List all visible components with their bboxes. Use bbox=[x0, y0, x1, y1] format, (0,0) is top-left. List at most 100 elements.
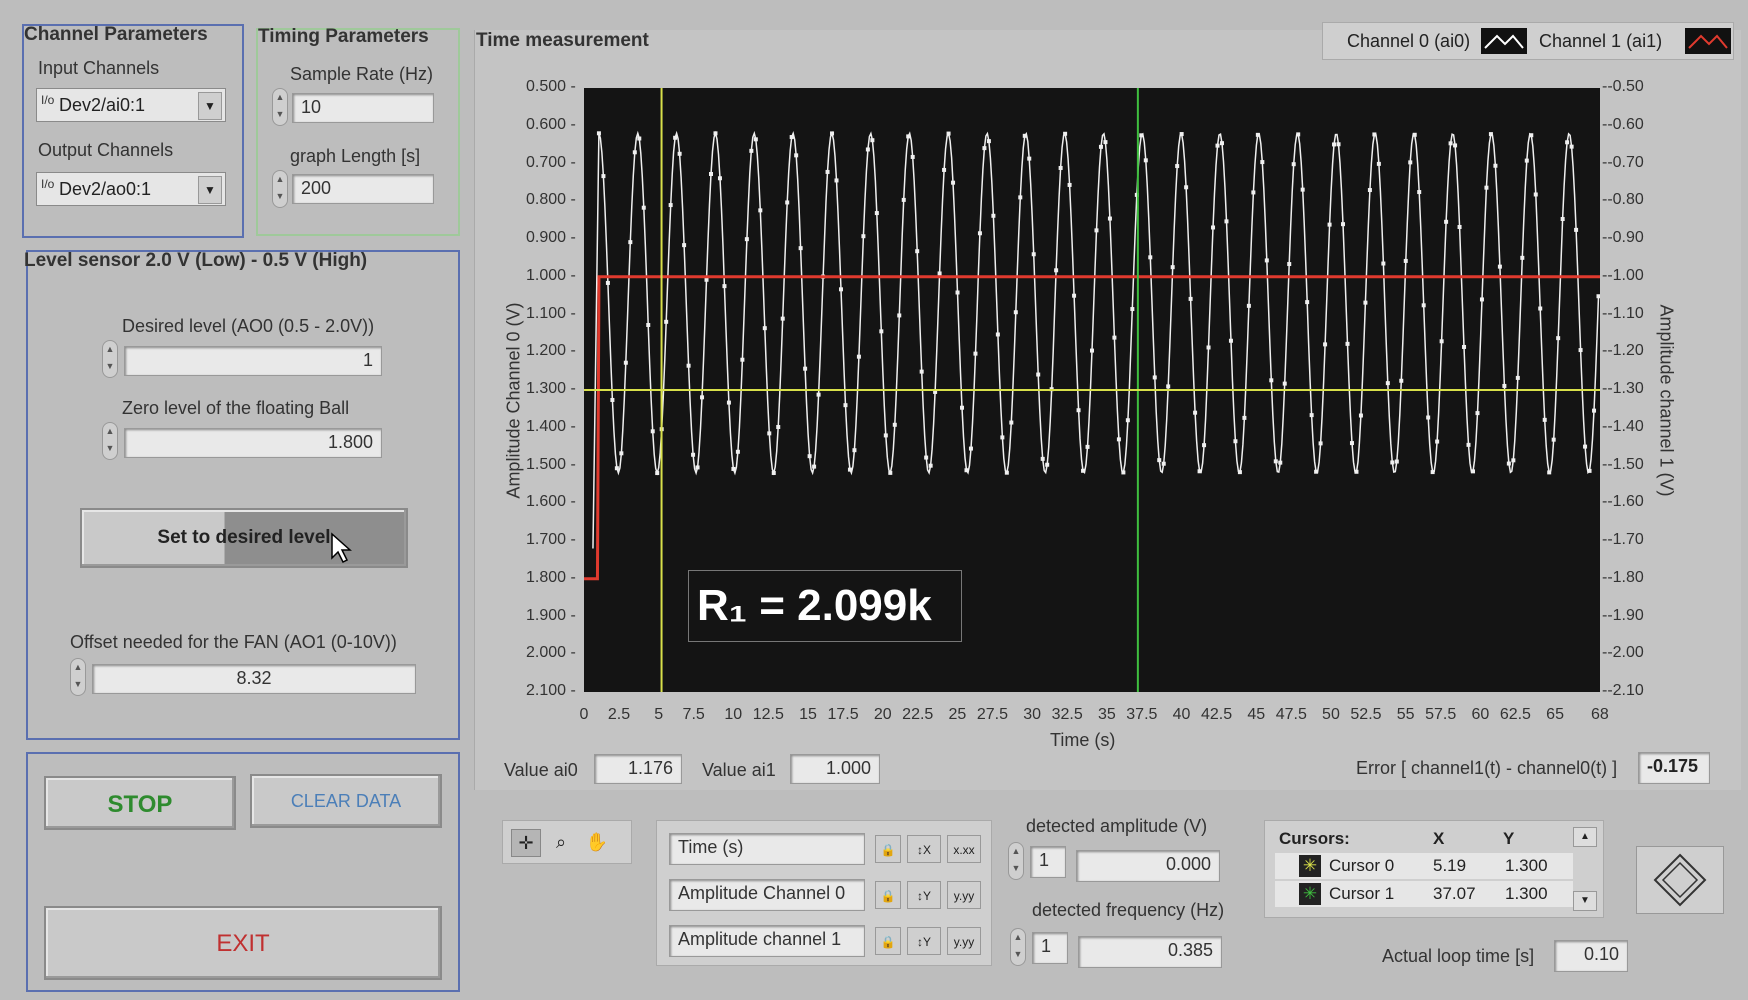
x-tick: 30 bbox=[1023, 706, 1042, 723]
scale-legend-row-channel0[interactable]: Amplitude Channel 0 bbox=[669, 879, 865, 911]
series-channel-0-point bbox=[1574, 227, 1579, 232]
graph-length-input[interactable]: 200 bbox=[292, 174, 434, 204]
series-channel-0-point bbox=[982, 146, 987, 151]
scale-legend-row-channel1[interactable]: Amplitude channel 1 bbox=[669, 925, 865, 957]
series-channel-0-point bbox=[1175, 164, 1180, 169]
scroll-down-icon[interactable]: ▼ bbox=[1573, 891, 1597, 911]
y-tick-right: --1.70 bbox=[1602, 531, 1644, 548]
scale-legend-row-time[interactable]: Time (s) bbox=[669, 833, 865, 865]
series-channel-0-point bbox=[1009, 420, 1014, 425]
input-channels-select[interactable]: I/o Dev2/ai0:1 ▼ bbox=[36, 88, 226, 122]
clear-data-button[interactable]: CLEAR DATA bbox=[250, 774, 442, 828]
series-channel-0-point bbox=[1255, 132, 1260, 137]
timing-parameters-title: Timing Parameters bbox=[258, 26, 429, 47]
graph-palette[interactable]: ✛ ⌕ ✋ bbox=[502, 820, 632, 864]
cursor-mover-icon[interactable] bbox=[1636, 846, 1724, 914]
series-channel-0-point bbox=[1219, 141, 1224, 146]
y-tick-right: --0.60 bbox=[1602, 115, 1644, 133]
series-channel-0-point bbox=[946, 131, 951, 136]
lock-icon[interactable]: 🔒 bbox=[875, 835, 901, 863]
sample-rate-input[interactable]: 10 bbox=[292, 93, 434, 123]
zoom-icon[interactable]: ⌕ bbox=[547, 829, 575, 855]
series-channel-0-point bbox=[1493, 163, 1498, 168]
series-channel-0-point bbox=[1542, 417, 1547, 422]
series-channel-0-point bbox=[1430, 470, 1435, 475]
sample-rate-stepper[interactable]: ▲ ▼ bbox=[272, 88, 288, 126]
zero-level-label: Zero level of the floating Ball bbox=[122, 398, 350, 418]
x-tick: 37.5 bbox=[1126, 706, 1158, 723]
series-channel-0-point bbox=[901, 197, 906, 202]
y-tick-right: --1.80 bbox=[1602, 568, 1644, 586]
series-channel-0-point bbox=[610, 397, 615, 402]
frequency-index-stepper[interactable]: ▲ ▼ bbox=[1010, 928, 1026, 966]
series-channel-0-point bbox=[1013, 310, 1018, 315]
format-x-icon[interactable]: x.xx bbox=[947, 835, 981, 863]
stop-button[interactable]: STOP bbox=[44, 776, 236, 830]
desired-level-input[interactable]: 1 bbox=[124, 346, 382, 376]
series-channel-0-point bbox=[1323, 342, 1328, 347]
amplitude-index-input[interactable]: 1 bbox=[1030, 846, 1066, 878]
offset-fan-stepper[interactable]: ▲ ▼ bbox=[70, 658, 86, 696]
zero-level-stepper[interactable]: ▲ ▼ bbox=[102, 422, 118, 460]
cursor-row[interactable]: ✳ Cursor 1 37.07 1.300 bbox=[1275, 881, 1573, 907]
cursor-legend[interactable]: Cursors: X Y ✳ Cursor 0 5.19 1.300 ✳ Cur… bbox=[1264, 820, 1604, 918]
offset-fan-input[interactable]: 8.32 bbox=[92, 664, 416, 694]
y-tick-right: --1.10 bbox=[1602, 304, 1644, 322]
set-desired-level-button[interactable]: Set to desired level bbox=[80, 508, 408, 568]
series-channel-0-point bbox=[776, 425, 781, 430]
series-channel-0-point bbox=[1228, 338, 1233, 343]
graph-length-stepper[interactable]: ▲ ▼ bbox=[272, 170, 288, 208]
series-channel-0-point bbox=[1022, 133, 1027, 138]
series-channel-0-point bbox=[1063, 131, 1068, 136]
amplitude-index-stepper[interactable]: ▲ ▼ bbox=[1008, 842, 1024, 880]
series-channel-0-point bbox=[1560, 217, 1565, 222]
autoscale-x-icon[interactable]: ↕X bbox=[907, 835, 941, 863]
series-channel-0-point bbox=[834, 178, 839, 183]
chevron-down-icon[interactable]: ▼ bbox=[198, 92, 222, 120]
y-tick-right: --0.90 bbox=[1602, 229, 1644, 246]
input-channels-label: Input Channels bbox=[38, 58, 160, 78]
cursor-row[interactable]: ✳ Cursor 0 5.19 1.300 bbox=[1275, 853, 1573, 879]
timing-parameters-panel bbox=[256, 28, 460, 236]
series-channel-0-point bbox=[964, 468, 969, 473]
y-tick-right: --0.70 bbox=[1602, 153, 1644, 171]
desired-level-stepper[interactable]: ▲ ▼ bbox=[102, 340, 118, 378]
series-channel-0-point bbox=[803, 366, 808, 371]
autoscale-y-icon[interactable]: ↕Y bbox=[907, 881, 941, 909]
format-y-icon[interactable]: y.yy bbox=[947, 927, 981, 955]
series-channel-0-point bbox=[1098, 144, 1103, 149]
series-channel-0-point bbox=[695, 465, 700, 470]
y-tick-left: 1.100 - bbox=[526, 304, 576, 322]
series-channel-0-point bbox=[641, 205, 646, 210]
plot-legend[interactable]: Channel 0 (ai0) Channel 1 (ai1) bbox=[1322, 22, 1734, 60]
frequency-index-input[interactable]: 1 bbox=[1032, 932, 1068, 964]
series-channel-0-point bbox=[1596, 294, 1600, 299]
x-tick: 32.5 bbox=[1051, 706, 1083, 723]
scroll-up-icon[interactable]: ▲ bbox=[1573, 827, 1597, 847]
zero-level-input[interactable]: 1.800 bbox=[124, 428, 382, 458]
lock-icon[interactable]: 🔒 bbox=[875, 927, 901, 955]
x-tick: 47.5 bbox=[1275, 706, 1307, 723]
y-tick-right: --1.60 bbox=[1602, 493, 1644, 511]
cursor-1-y: 1.300 bbox=[1505, 884, 1548, 903]
chevron-down-icon[interactable]: ▼ bbox=[198, 176, 222, 204]
lock-icon[interactable]: 🔒 bbox=[875, 881, 901, 909]
cursors-header-y: Y bbox=[1503, 829, 1515, 848]
series-channel-0-point bbox=[1197, 469, 1202, 474]
series-channel-0-point bbox=[1309, 413, 1314, 418]
series-channel-0-point bbox=[1045, 462, 1050, 467]
autoscale-y-icon[interactable]: ↕Y bbox=[907, 927, 941, 955]
series-channel-0-point bbox=[798, 246, 803, 251]
x-tick: 40 bbox=[1172, 706, 1191, 723]
format-y-icon[interactable]: y.yy bbox=[947, 881, 981, 909]
series-channel-0-point bbox=[1403, 258, 1408, 263]
series-channel-0-point bbox=[753, 137, 758, 142]
cursor-move-icon[interactable]: ✛ bbox=[511, 829, 541, 857]
series-channel-0-point bbox=[812, 464, 817, 469]
series-channel-0-point bbox=[1264, 258, 1269, 263]
pan-hand-icon[interactable]: ✋ bbox=[583, 829, 611, 855]
exit-button[interactable]: EXIT bbox=[44, 906, 442, 980]
series-channel-0-point bbox=[1524, 158, 1529, 163]
series-channel-0-point bbox=[664, 319, 669, 324]
output-channels-select[interactable]: I/o Dev2/ao0:1 ▼ bbox=[36, 172, 226, 206]
